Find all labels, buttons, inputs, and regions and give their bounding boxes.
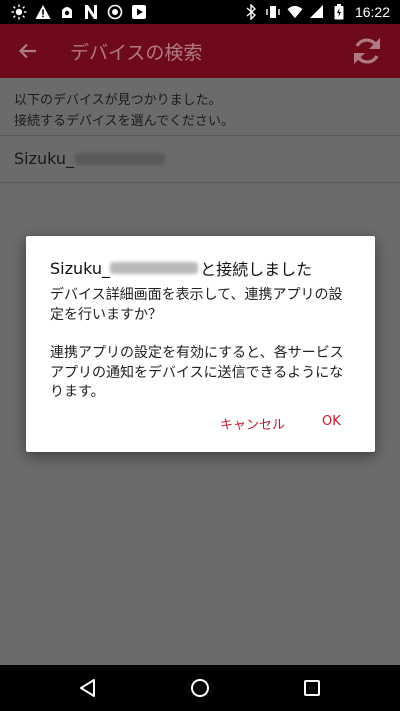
recents-icon[interactable]	[298, 674, 326, 702]
page-title: デバイスの検索	[70, 42, 203, 64]
warning-icon	[34, 3, 51, 20]
home-icon[interactable]	[186, 674, 214, 702]
device-list-item[interactable]: Sizuku_	[0, 136, 400, 182]
vibrate-icon	[265, 3, 281, 20]
wifi-icon	[287, 3, 303, 20]
app-toolbar: デバイスの検索	[0, 24, 400, 78]
clock: 16:22	[354, 3, 390, 20]
device-name: Sizuku_	[14, 149, 166, 168]
battery-icon	[331, 3, 347, 20]
connected-dialog: Sizuku_ と接続しました デバイス詳細画面を表示して、連携アプリの設定を行…	[26, 236, 375, 452]
search-info: 以下のデバイスが見つかりました。 接続するデバイスを選んでください。	[14, 90, 234, 132]
play-icon	[130, 3, 147, 20]
ok-button[interactable]: OK	[322, 414, 341, 429]
divider	[0, 182, 400, 183]
info-line-1: 以下のデバイスが見つかりました。	[14, 93, 222, 108]
app-icon	[58, 3, 75, 20]
info-line-2: 接続するデバイスを選んでください。	[14, 114, 234, 129]
brightness-icon	[10, 3, 27, 20]
record-icon	[106, 3, 123, 20]
dialog-paragraph-1: デバイス詳細画面を表示して、連携アプリの設定を行いますか？	[50, 287, 343, 323]
navigation-bar	[0, 665, 400, 711]
signal-icon	[309, 3, 325, 20]
dialog-message: デバイス詳細画面を表示して、連携アプリの設定を行いますか？ 連携アプリの設定を有…	[50, 286, 352, 403]
status-bar: 16:22	[0, 0, 400, 24]
redacted-device-id	[75, 152, 166, 165]
bluetooth-icon	[243, 3, 259, 20]
dialog-title-suffix: と接続しました	[200, 260, 313, 279]
cancel-button[interactable]: キャンセル	[220, 414, 285, 433]
redacted-device-id	[110, 262, 199, 274]
back-arrow-icon[interactable]	[12, 35, 44, 67]
dialog-paragraph-2: 連携アプリの設定を有効にすると、各サービスアプリの通知をデバイスに送信できるよう…	[50, 345, 344, 400]
back-nav-icon[interactable]	[74, 674, 102, 702]
refresh-icon[interactable]	[348, 32, 386, 70]
dialog-title: Sizuku_ と接続しました	[50, 256, 312, 280]
n-icon	[82, 3, 99, 20]
dialog-title-prefix: Sizuku_	[50, 258, 111, 278]
device-name-prefix: Sizuku_	[14, 149, 75, 168]
